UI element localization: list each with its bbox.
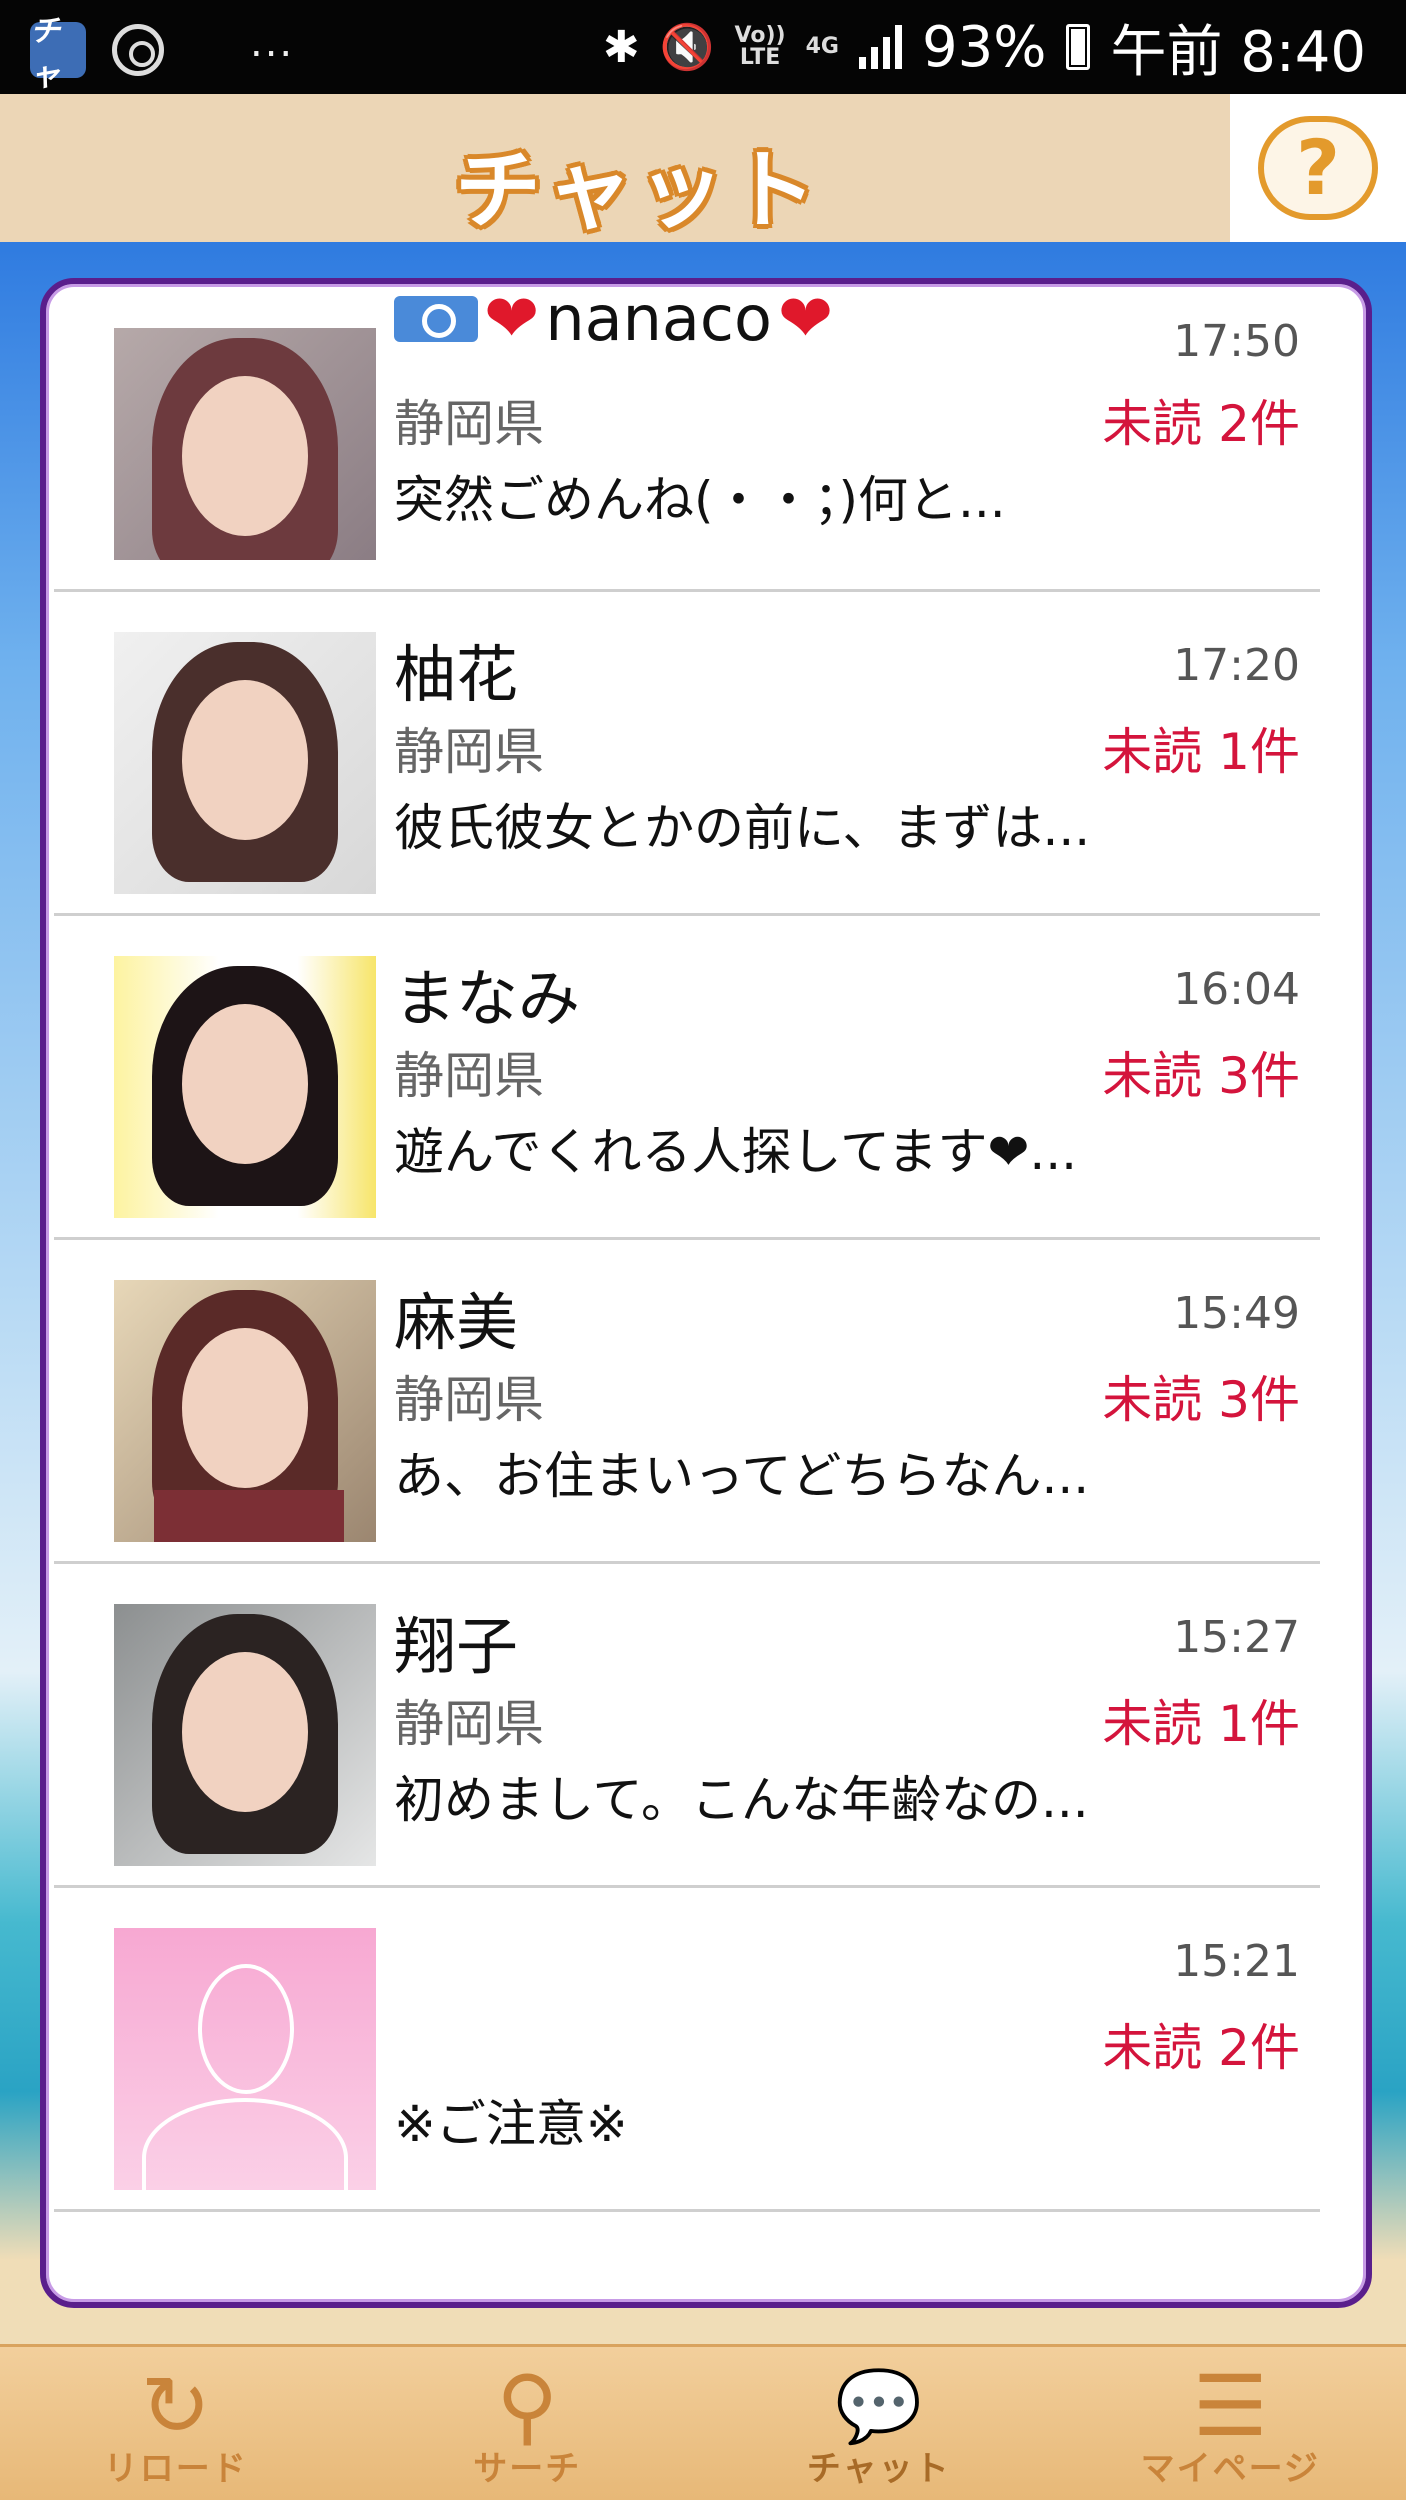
chat-icon: 💬	[835, 2365, 923, 2447]
nav-chat[interactable]: 💬 チャット	[703, 2347, 1055, 2500]
app-header: チャット ?	[0, 94, 1406, 242]
chat-preview: 初めまして。こんな年齢なの...	[394, 1771, 1089, 1829]
unread-count: 未読 1件	[1102, 1695, 1300, 1753]
avatar	[114, 632, 376, 894]
chat-prefecture: 静岡県	[394, 1047, 544, 1105]
chat-preview: 突然ごめんね(・・；)何と...	[394, 471, 1006, 529]
page-title: チャット	[455, 141, 823, 241]
unread-count: 未読 2件	[1102, 395, 1300, 453]
nav-reload[interactable]: ↻ リロード	[0, 2347, 352, 2500]
more-notifications-icon: ...	[250, 20, 295, 66]
nav-label: リロード	[103, 2449, 248, 2489]
chat-name: まなみ	[394, 962, 581, 1035]
battery-icon	[1066, 24, 1091, 70]
unread-count: 未読 3件	[1102, 1371, 1300, 1429]
heart-icon: ❤	[777, 279, 834, 357]
chat-preview: 彼氏彼女とかの前に、まずは...	[394, 799, 1091, 857]
chat-time: 17:20	[1173, 640, 1300, 691]
chat-row[interactable]: 麻美 15:49 静岡県 未読 3件 あ、お住まいってどちらなん...	[54, 1240, 1320, 1564]
avatar	[114, 956, 376, 1218]
chat-list: ❤ nanaco ❤ 17:50 静岡県 未読 2件 突然ごめんね(・・；)何と…	[54, 282, 1320, 2212]
avatar	[114, 1280, 376, 1542]
chat-time: 15:21	[1173, 1936, 1300, 1987]
avatar	[114, 328, 376, 560]
chat-time: 16:04	[1173, 964, 1300, 1015]
status-bar: チャ ... ✱ 🔇 Vo)) LTE 4G 93% 午前 8:40	[0, 0, 1406, 94]
nav-label: サーチ	[473, 2449, 582, 2489]
chat-time: 17:50	[1173, 316, 1300, 367]
chat-row[interactable]: ❤ nanaco ❤ 17:50 静岡県 未読 2件 突然ごめんね(・・；)何と…	[54, 282, 1320, 592]
nav-mypage[interactable]: ☰ マイページ	[1055, 2347, 1406, 2500]
chat-row[interactable]: 翔子 15:27 静岡県 未読 1件 初めまして。こんな年齢なの...	[54, 1564, 1320, 1888]
chat-name-text: nanaco	[545, 282, 772, 355]
bluetooth-icon: ✱	[602, 21, 640, 73]
nav-label: チャット	[806, 2449, 951, 2489]
mute-icon: 🔇	[659, 22, 715, 73]
chat-name: 麻美	[394, 1286, 519, 1359]
camera-icon	[394, 295, 478, 342]
unread-count: 未読 1件	[1102, 723, 1300, 781]
chat-preview: 遊んでくれる人探してます❤...	[394, 1123, 1078, 1181]
nav-search[interactable]: ⚲ サーチ	[352, 2347, 704, 2500]
chat-time: 15:27	[1173, 1612, 1300, 1663]
chat-row[interactable]: まなみ 16:04 静岡県 未読 3件 遊んでくれる人探してます❤...	[54, 916, 1320, 1240]
battery-percent: 93%	[921, 14, 1047, 80]
help-button[interactable]: ?	[1258, 116, 1378, 220]
chat-row[interactable]: 柚花 17:20 静岡県 未読 1件 彼氏彼女とかの前に、まずは...	[54, 592, 1320, 916]
avatar	[114, 1604, 376, 1866]
chat-prefecture: 静岡県	[394, 723, 544, 781]
chat-prefecture: 静岡県	[394, 395, 544, 453]
chat-prefecture: 静岡県	[394, 1695, 544, 1753]
reload-icon: ↻	[140, 2357, 211, 2455]
heart-icon: ❤	[484, 279, 540, 357]
user-silhouette-icon	[198, 1964, 294, 2094]
chat-time: 15:49	[1173, 1288, 1300, 1339]
clock: 午前 8:40	[1110, 19, 1366, 85]
search-icon: ⚲	[496, 2357, 559, 2455]
chat-name: 柚花	[394, 638, 519, 711]
nav-label: マイページ	[1140, 2449, 1320, 2489]
chat-name: 翔子	[394, 1610, 519, 1683]
chat-row[interactable]: 15:21 未読 2件 ※ご注意※	[54, 1888, 1320, 2212]
default-avatar	[114, 1928, 376, 2190]
chat-preview: あ、お住まいってどちらなん...	[394, 1447, 1090, 1505]
signal-icon	[858, 25, 902, 69]
volte-icon: Vo)) LTE	[734, 23, 786, 70]
unread-count: 未読 2件	[1102, 2019, 1300, 2077]
unread-count: 未読 3件	[1102, 1047, 1300, 1105]
app-notification-icon: チャ	[30, 14, 86, 93]
chat-prefecture: 静岡県	[394, 1371, 544, 1429]
pretzel-notification-icon	[112, 24, 164, 76]
chat-preview: ※ご注意※	[394, 2095, 628, 2153]
bottom-nav: ↻ リロード ⚲ サーチ 💬 チャット ☰ マイページ	[0, 2344, 1406, 2500]
network-type: 4G	[805, 34, 839, 59]
help-area: ?	[1230, 94, 1406, 242]
chat-name: ❤ nanaco ❤	[394, 282, 833, 355]
menu-icon: ☰	[1192, 2357, 1268, 2455]
